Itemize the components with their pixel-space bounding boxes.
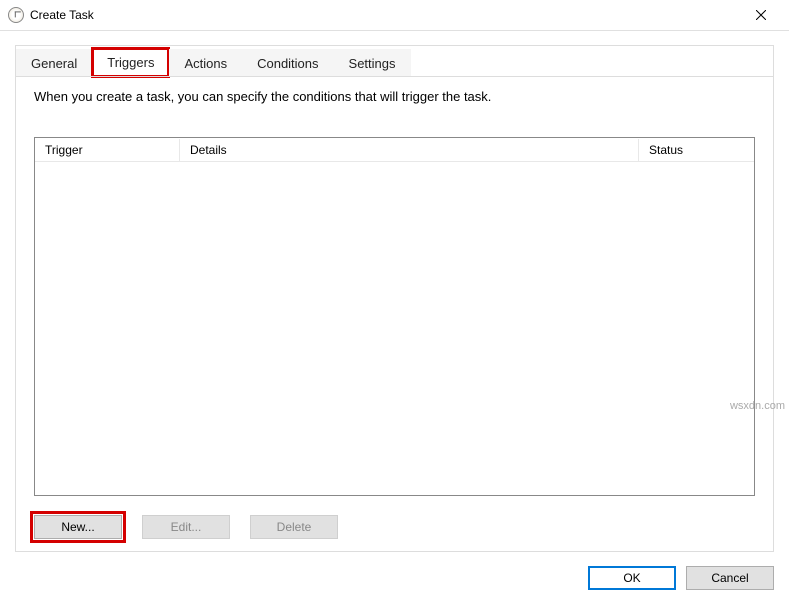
delete-button: Delete [250, 515, 338, 539]
cancel-button[interactable]: Cancel [686, 566, 774, 590]
table-header: Trigger Details Status [35, 138, 754, 162]
action-buttons: New... Edit... Delete [34, 515, 755, 539]
edit-button: Edit... [142, 515, 230, 539]
column-details[interactable]: Details [180, 139, 639, 161]
close-icon [756, 10, 766, 20]
new-button[interactable]: New... [34, 515, 122, 539]
tab-general[interactable]: General [16, 49, 92, 77]
instruction-text: When you create a task, you can specify … [16, 77, 773, 122]
watermark: wsxdn.com [730, 400, 785, 412]
column-status[interactable]: Status [639, 139, 754, 161]
triggers-table[interactable]: Trigger Details Status [34, 137, 755, 496]
close-button[interactable] [741, 1, 781, 29]
dialog-content: General Triggers Actions Conditions Sett… [15, 45, 774, 552]
window-title: Create Task [30, 8, 741, 22]
titlebar: Create Task [0, 0, 789, 31]
tab-panel-triggers: When you create a task, you can specify … [16, 76, 773, 551]
tab-conditions[interactable]: Conditions [242, 49, 333, 77]
ok-button[interactable]: OK [588, 566, 676, 590]
tab-actions[interactable]: Actions [169, 49, 242, 77]
column-trigger[interactable]: Trigger [35, 139, 180, 161]
dialog-buttons: OK Cancel [588, 566, 774, 590]
task-scheduler-icon [8, 7, 24, 23]
tab-settings[interactable]: Settings [334, 49, 411, 77]
tab-triggers[interactable]: Triggers [92, 48, 169, 77]
tab-strip: General Triggers Actions Conditions Sett… [16, 47, 773, 77]
